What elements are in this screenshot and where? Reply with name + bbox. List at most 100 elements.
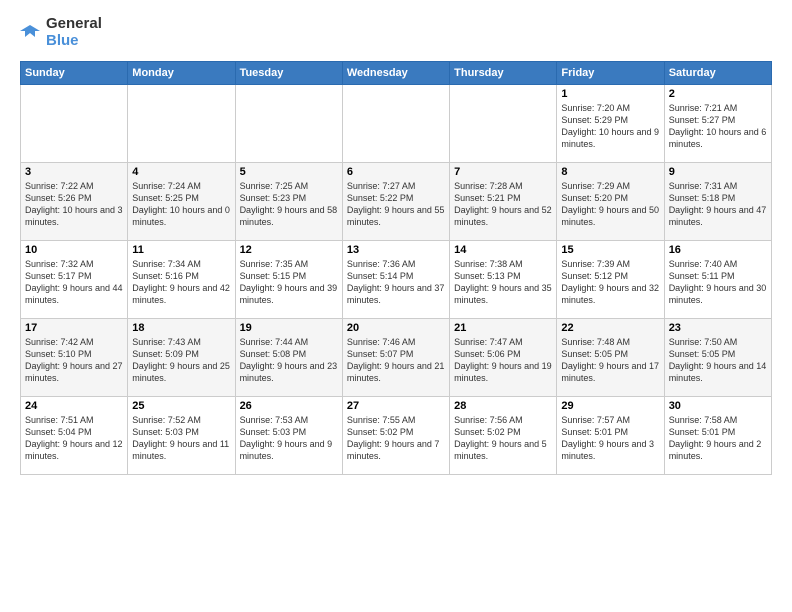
calendar-cell: 27 Sunrise: 7:55 AM Sunset: 5:02 PM Dayli… xyxy=(342,397,449,475)
calendar-cell xyxy=(450,85,557,163)
logo-bird-icon xyxy=(20,23,40,43)
calendar-cell xyxy=(235,85,342,163)
day-number: 6 xyxy=(347,166,445,178)
calendar-cell: 23Sunrise: 7:50 AM Sunset: 5:05 PM Dayli… xyxy=(664,319,771,397)
day-header-saturday: Saturday xyxy=(664,62,771,85)
calendar-cell: 29Sunrise: 7:57 AM Sunset: 5:01 PM Dayli… xyxy=(557,397,664,475)
calendar-cell: 15 Sunrise: 7:39 AM Sunset: 5:12 PM Dayli… xyxy=(557,241,664,319)
day-info: Sunrise: 7:32 AM Sunset: 5:17 PM Dayligh… xyxy=(25,258,123,307)
calendar-cell: 16Sunrise: 7:40 AM Sunset: 5:11 PM Dayli… xyxy=(664,241,771,319)
calendar-cell: 22 Sunrise: 7:48 AM Sunset: 5:05 PM Dayli… xyxy=(557,319,664,397)
calendar-cell: 13 Sunrise: 7:36 AM Sunset: 5:14 PM Dayli… xyxy=(342,241,449,319)
week-row-2: 3 Sunrise: 7:22 AM Sunset: 5:26 PM Daylig… xyxy=(21,163,772,241)
week-row-3: 10Sunrise: 7:32 AM Sunset: 5:17 PM Dayli… xyxy=(21,241,772,319)
day-info: Sunrise: 7:38 AM Sunset: 5:13 PM Dayligh… xyxy=(454,258,552,307)
calendar-cell: 9 Sunrise: 7:31 AM Sunset: 5:18 PM Daylig… xyxy=(664,163,771,241)
calendar-cell: 14Sunrise: 7:38 AM Sunset: 5:13 PM Dayli… xyxy=(450,241,557,319)
day-info: Sunrise: 7:20 AM Sunset: 5:29 PM Dayligh… xyxy=(561,102,659,151)
day-number: 11 xyxy=(132,244,230,256)
day-number: 30 xyxy=(669,400,767,412)
day-info: Sunrise: 7:46 AM Sunset: 5:07 PM Dayligh… xyxy=(347,336,445,385)
calendar-cell: 28 Sunrise: 7:56 AM Sunset: 5:02 PM Dayli… xyxy=(450,397,557,475)
page-header: General Blue xyxy=(20,16,772,49)
calendar-cell: 6 Sunrise: 7:27 AM Sunset: 5:22 PM Daylig… xyxy=(342,163,449,241)
days-header-row: SundayMondayTuesdayWednesdayThursdayFrid… xyxy=(21,62,772,85)
day-number: 15 xyxy=(561,244,659,256)
day-info: Sunrise: 7:24 AM Sunset: 5:25 PM Dayligh… xyxy=(132,180,230,229)
day-info: Sunrise: 7:53 AM Sunset: 5:03 PM Dayligh… xyxy=(240,414,338,463)
page-container: General Blue SundayMondayTuesdayWednesda… xyxy=(0,0,792,485)
day-number: 22 xyxy=(561,322,659,334)
day-info: Sunrise: 7:55 AM Sunset: 5:02 PM Dayligh… xyxy=(347,414,445,463)
day-info: Sunrise: 7:29 AM Sunset: 5:20 PM Dayligh… xyxy=(561,180,659,229)
day-number: 5 xyxy=(240,166,338,178)
day-number: 18 xyxy=(132,322,230,334)
week-row-5: 24Sunrise: 7:51 AM Sunset: 5:04 PM Dayli… xyxy=(21,397,772,475)
calendar-cell: 1 Sunrise: 7:20 AM Sunset: 5:29 PM Daylig… xyxy=(557,85,664,163)
day-info: Sunrise: 7:39 AM Sunset: 5:12 PM Dayligh… xyxy=(561,258,659,307)
day-number: 9 xyxy=(669,166,767,178)
calendar-cell: 5Sunrise: 7:25 AM Sunset: 5:23 PM Daylig… xyxy=(235,163,342,241)
calendar-cell: 20Sunrise: 7:46 AM Sunset: 5:07 PM Dayli… xyxy=(342,319,449,397)
calendar-cell: 18Sunrise: 7:43 AM Sunset: 5:09 PM Dayli… xyxy=(128,319,235,397)
calendar-table: SundayMondayTuesdayWednesdayThursdayFrid… xyxy=(20,61,772,475)
calendar-cell: 30 Sunrise: 7:58 AM Sunset: 5:01 PM Dayli… xyxy=(664,397,771,475)
day-number: 3 xyxy=(25,166,123,178)
calendar-cell: 11 Sunrise: 7:34 AM Sunset: 5:16 PM Dayli… xyxy=(128,241,235,319)
day-number: 4 xyxy=(132,166,230,178)
calendar-cell: 24Sunrise: 7:51 AM Sunset: 5:04 PM Dayli… xyxy=(21,397,128,475)
day-number: 28 xyxy=(454,400,552,412)
calendar-cell: 4 Sunrise: 7:24 AM Sunset: 5:25 PM Daylig… xyxy=(128,163,235,241)
day-number: 26 xyxy=(240,400,338,412)
day-number: 19 xyxy=(240,322,338,334)
day-number: 8 xyxy=(561,166,659,178)
calendar-cell: 25 Sunrise: 7:52 AM Sunset: 5:03 PM Dayli… xyxy=(128,397,235,475)
day-info: Sunrise: 7:22 AM Sunset: 5:26 PM Dayligh… xyxy=(25,180,123,229)
week-row-1: 1 Sunrise: 7:20 AM Sunset: 5:29 PM Daylig… xyxy=(21,85,772,163)
day-header-sunday: Sunday xyxy=(21,62,128,85)
day-number: 27 xyxy=(347,400,445,412)
day-info: Sunrise: 7:56 AM Sunset: 5:02 PM Dayligh… xyxy=(454,414,552,463)
calendar-cell: 19Sunrise: 7:44 AM Sunset: 5:08 PM Dayli… xyxy=(235,319,342,397)
logo: General Blue xyxy=(20,16,102,49)
logo-general: General xyxy=(46,16,102,33)
calendar-cell xyxy=(21,85,128,163)
calendar-cell: 26 Sunrise: 7:53 AM Sunset: 5:03 PM Dayli… xyxy=(235,397,342,475)
calendar-cell: 7 Sunrise: 7:28 AM Sunset: 5:21 PM Daylig… xyxy=(450,163,557,241)
day-number: 21 xyxy=(454,322,552,334)
calendar-cell: 21 Sunrise: 7:47 AM Sunset: 5:06 PM Dayli… xyxy=(450,319,557,397)
calendar-cell: 8 Sunrise: 7:29 AM Sunset: 5:20 PM Daylig… xyxy=(557,163,664,241)
day-header-thursday: Thursday xyxy=(450,62,557,85)
day-number: 13 xyxy=(347,244,445,256)
calendar-cell xyxy=(128,85,235,163)
day-number: 1 xyxy=(561,88,659,100)
day-header-monday: Monday xyxy=(128,62,235,85)
day-info: Sunrise: 7:27 AM Sunset: 5:22 PM Dayligh… xyxy=(347,180,445,229)
day-info: Sunrise: 7:52 AM Sunset: 5:03 PM Dayligh… xyxy=(132,414,230,463)
day-number: 25 xyxy=(132,400,230,412)
day-header-friday: Friday xyxy=(557,62,664,85)
day-header-wednesday: Wednesday xyxy=(342,62,449,85)
day-number: 29 xyxy=(561,400,659,412)
day-info: Sunrise: 7:35 AM Sunset: 5:15 PM Dayligh… xyxy=(240,258,338,307)
calendar-cell: 10Sunrise: 7:32 AM Sunset: 5:17 PM Dayli… xyxy=(21,241,128,319)
day-info: Sunrise: 7:34 AM Sunset: 5:16 PM Dayligh… xyxy=(132,258,230,307)
day-info: Sunrise: 7:42 AM Sunset: 5:10 PM Dayligh… xyxy=(25,336,123,385)
day-info: Sunrise: 7:58 AM Sunset: 5:01 PM Dayligh… xyxy=(669,414,767,463)
day-info: Sunrise: 7:50 AM Sunset: 5:05 PM Dayligh… xyxy=(669,336,767,385)
day-info: Sunrise: 7:31 AM Sunset: 5:18 PM Dayligh… xyxy=(669,180,767,229)
day-number: 7 xyxy=(454,166,552,178)
day-info: Sunrise: 7:28 AM Sunset: 5:21 PM Dayligh… xyxy=(454,180,552,229)
calendar-cell: 12 Sunrise: 7:35 AM Sunset: 5:15 PM Dayli… xyxy=(235,241,342,319)
week-row-4: 17Sunrise: 7:42 AM Sunset: 5:10 PM Dayli… xyxy=(21,319,772,397)
day-info: Sunrise: 7:47 AM Sunset: 5:06 PM Dayligh… xyxy=(454,336,552,385)
day-number: 2 xyxy=(669,88,767,100)
day-info: Sunrise: 7:40 AM Sunset: 5:11 PM Dayligh… xyxy=(669,258,767,307)
calendar-cell: 17Sunrise: 7:42 AM Sunset: 5:10 PM Dayli… xyxy=(21,319,128,397)
day-info: Sunrise: 7:48 AM Sunset: 5:05 PM Dayligh… xyxy=(561,336,659,385)
day-info: Sunrise: 7:36 AM Sunset: 5:14 PM Dayligh… xyxy=(347,258,445,307)
day-number: 24 xyxy=(25,400,123,412)
day-number: 12 xyxy=(240,244,338,256)
day-header-tuesday: Tuesday xyxy=(235,62,342,85)
day-info: Sunrise: 7:21 AM Sunset: 5:27 PM Dayligh… xyxy=(669,102,767,151)
